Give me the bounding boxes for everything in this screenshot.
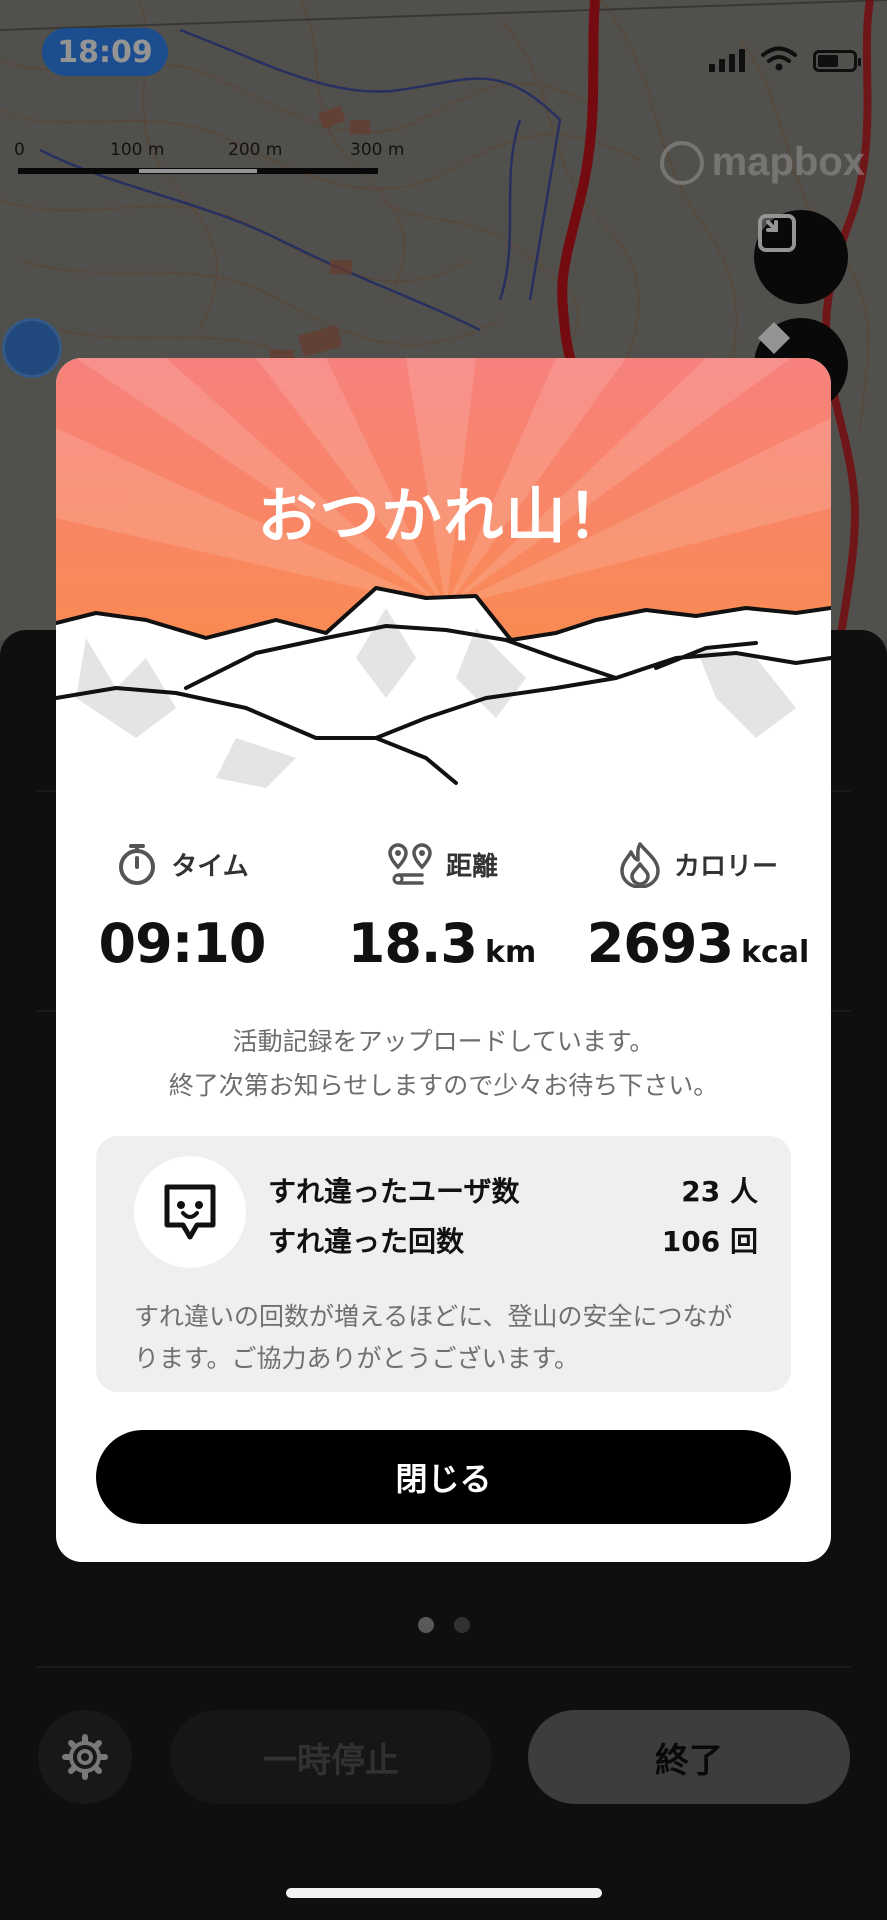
encounter-count-value: 106 回 <box>661 1225 758 1258</box>
upload-message-line1: 活動記録をアップロードしています。 <box>232 1027 655 1056</box>
upload-message: 活動記録をアップロードしています。 終了次第お知らせしますので少々お待ち下さい。 <box>56 1020 831 1108</box>
stat-calories-value: 2693 <box>586 912 734 975</box>
stat-time-label: タイム <box>171 851 249 882</box>
modal-header-illustration: おつかれ山！ <box>56 358 831 798</box>
close-button[interactable]: 閉じる <box>96 1430 791 1524</box>
activity-stats: タイム 09:10 距離 18.3 km カロリー 2693 kcal <box>56 838 831 978</box>
stopwatch-icon <box>119 844 156 885</box>
encounter-icon-badge <box>134 1156 246 1268</box>
flame-icon <box>620 842 660 888</box>
home-indicator[interactable] <box>286 1888 602 1898</box>
stat-distance: 距離 18.3 km <box>312 838 572 975</box>
stat-calories-unit: kcal <box>741 935 810 970</box>
stat-time-value: 09:10 <box>98 912 267 975</box>
stat-calories-label-row: カロリー <box>568 838 828 890</box>
stat-time-value-row: 09:10 <box>56 912 312 975</box>
encounter-count-row: すれ違った回数 106 回 <box>268 1220 758 1260</box>
encounter-users-value: 23 人 <box>681 1175 758 1208</box>
encounter-summary: すれ違ったユーザ数 23 人 すれ違った回数 106 回 すれ違いの回数が増える… <box>96 1136 791 1392</box>
stat-calories: カロリー 2693 kcal <box>568 838 828 975</box>
modal-title: おつかれ山！ <box>257 482 630 552</box>
stat-distance-label: 距離 <box>445 851 498 882</box>
stat-distance-value-row: 18.3 km <box>312 912 572 975</box>
mountain-sunrise-illustration <box>56 358 831 798</box>
stat-calories-label: カロリー <box>673 851 778 882</box>
stat-distance-unit: km <box>485 935 537 970</box>
stat-distance-label-row: 距離 <box>312 838 572 890</box>
completion-modal: おつかれ山！ タイム 09:10 距離 18.3 km カロリー 2693 kc… <box>56 358 831 1562</box>
stat-distance-value: 18.3 <box>347 912 478 975</box>
upload-message-line2: 終了次第お知らせしますので少々お待ち下さい。 <box>168 1071 719 1100</box>
encounter-count-label: すれ違った回数 <box>268 1225 465 1258</box>
encounter-note: すれ違いの回数が増えるほどに、登山の安全につながります。ご協力ありがとうございま… <box>134 1302 733 1373</box>
stat-calories-value-row: 2693 kcal <box>568 912 828 975</box>
encounter-users-label: すれ違ったユーザ数 <box>268 1175 520 1208</box>
encounter-users-row: すれ違ったユーザ数 23 人 <box>268 1170 758 1210</box>
encounter-face-icon <box>164 1184 216 1240</box>
stat-time-label-row: タイム <box>56 838 312 890</box>
stat-time: タイム 09:10 <box>56 838 312 975</box>
route-icon <box>388 843 432 885</box>
